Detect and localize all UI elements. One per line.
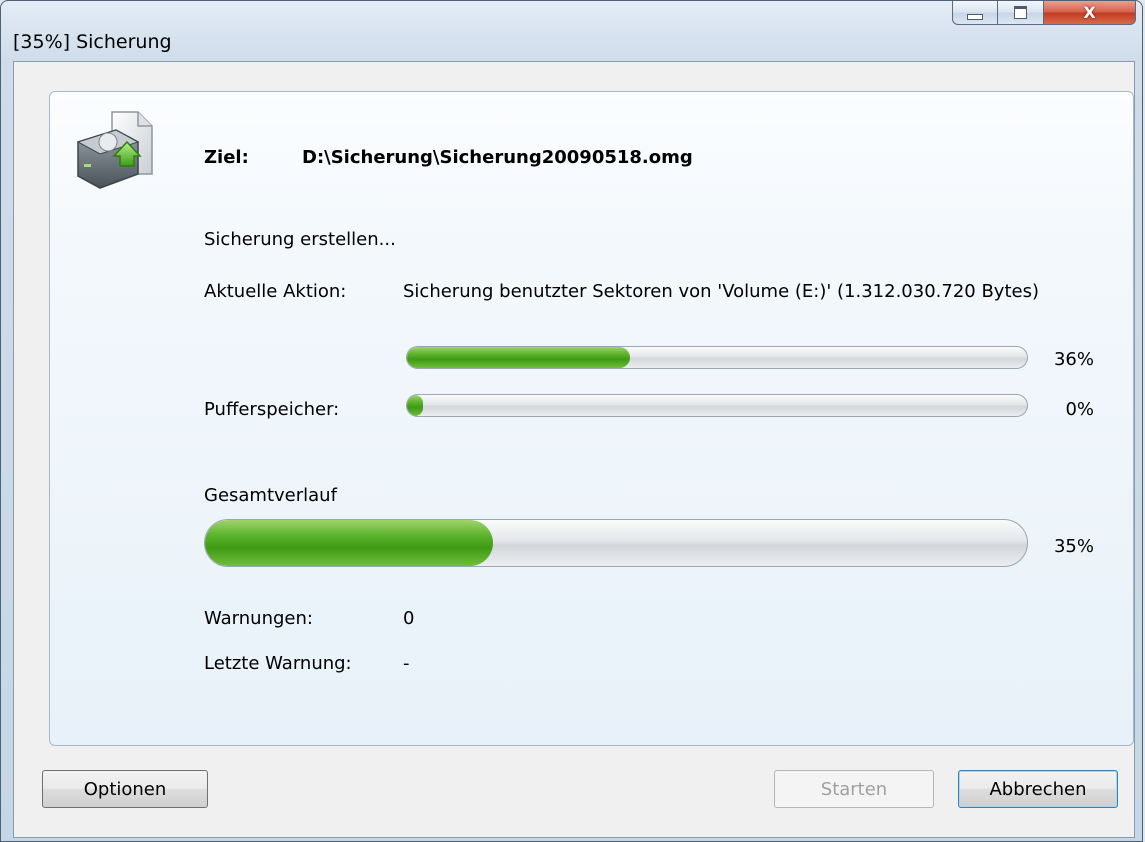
buffer-progress-percent: 0% (1065, 399, 1094, 420)
overall-label: Gesamtverlauf (204, 485, 337, 506)
warnings-count: 0 (403, 608, 415, 629)
last-warning-label: Letzte Warnung: (204, 653, 352, 674)
buffer-label: Pufferspeicher: (204, 399, 340, 420)
warnings-label: Warnungen: (204, 608, 313, 629)
action-progress-fill (407, 347, 631, 368)
close-icon: X (1083, 3, 1096, 22)
cancel-button[interactable]: Abbrechen (958, 770, 1118, 808)
action-progress-bar (406, 346, 1028, 369)
minimize-icon (967, 13, 983, 20)
minimize-button[interactable] (952, 1, 998, 25)
current-action-label: Aktuelle Aktion: (204, 281, 347, 302)
last-warning-value: - (403, 653, 410, 674)
overall-progress-bar (204, 519, 1028, 567)
target-label: Ziel: (204, 147, 249, 168)
current-action-value: Sicherung benutzter Sektoren von 'Volume… (403, 281, 1039, 302)
overall-progress-fill (205, 520, 493, 566)
window-title: [35%] Sicherung (13, 31, 172, 53)
progress-panel: Ziel: D:\Sicherung\Sicherung20090518.omg… (49, 91, 1134, 746)
client-area: Ziel: D:\Sicherung\Sicherung20090518.omg… (13, 61, 1135, 838)
target-path: D:\Sicherung\Sicherung20090518.omg (302, 147, 693, 168)
maximize-icon (1014, 6, 1027, 19)
buffer-progress-fill (407, 395, 423, 416)
status-message: Sicherung erstellen... (204, 229, 396, 250)
backup-window: [35%] Sicherung X Ziel: D:\Sicherung\Sic… (0, 0, 1143, 842)
action-progress-percent: 36% (1053, 349, 1094, 370)
caption-buttons: X (952, 1, 1136, 47)
overall-progress-percent: 35% (1053, 536, 1094, 557)
close-button[interactable]: X (1044, 1, 1136, 25)
start-button[interactable]: Starten (774, 770, 934, 808)
buffer-progress-bar (406, 394, 1028, 417)
options-button[interactable]: Optionen (42, 770, 208, 808)
maximize-button[interactable] (998, 1, 1044, 25)
backup-drive-icon (76, 111, 153, 189)
